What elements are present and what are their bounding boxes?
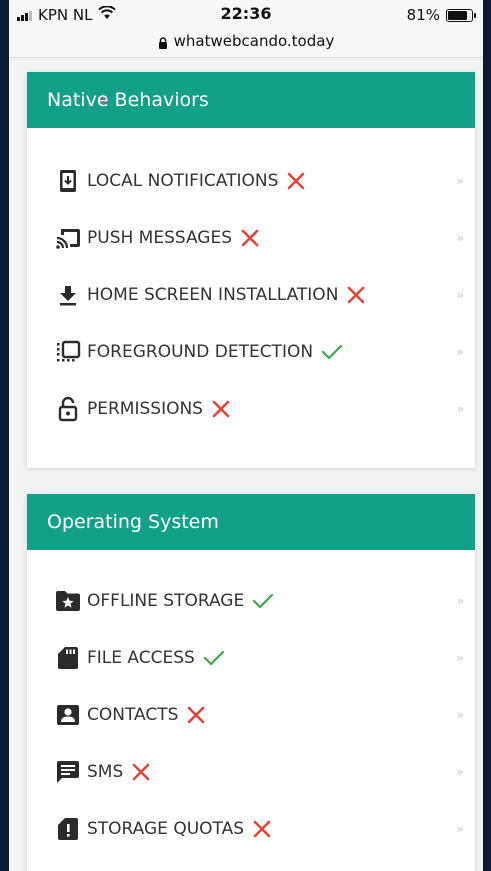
feature-list: LOCAL NOTIFICATIONS» PUSH MESSAGES» HOME S…	[27, 128, 475, 437]
chevron-right-icon: »	[456, 287, 464, 302]
feature-item-local-notifications[interactable]: LOCAL NOTIFICATIONS »	[27, 152, 475, 209]
feature-label: CONTACTS	[87, 704, 179, 725]
cross-icon	[211, 399, 231, 419]
chevron-right-icon: »	[456, 230, 464, 245]
battery-percent: 81%	[406, 6, 440, 24]
chevron-right-icon: »	[456, 344, 464, 359]
lock-icon	[158, 35, 168, 49]
feature-item-push-messages[interactable]: PUSH MESSAGES »	[27, 209, 475, 266]
chevron-right-icon: »	[456, 764, 464, 779]
cross-icon	[240, 228, 260, 248]
chevron-right-icon: »	[456, 173, 464, 188]
feature-item-permissions[interactable]: PERMISSIONS »	[27, 380, 475, 437]
feature-label: FOREGROUND DETECTION	[87, 341, 314, 362]
phone-notification-icon	[55, 168, 81, 194]
section-operating-system: Operating System OFFLINE STORAGE» FILE AC…	[27, 494, 475, 871]
feature-item-home-screen-installation[interactable]: HOME SCREEN INSTALLATION »	[27, 266, 475, 323]
cross-icon	[131, 762, 151, 782]
cross-icon	[346, 285, 366, 305]
section-header: Operating System	[27, 494, 475, 550]
feature-label: FILE ACCESS	[87, 647, 195, 668]
cross-icon	[186, 705, 206, 725]
feature-label: PERMISSIONS	[87, 398, 203, 419]
feature-item-sms[interactable]: SMS »	[27, 743, 475, 800]
feature-label: PUSH MESSAGES	[87, 227, 233, 248]
cast-icon	[55, 225, 81, 251]
feature-label: HOME SCREEN INSTALLATION	[87, 284, 339, 305]
contact-card-icon	[55, 702, 81, 728]
sd-card-icon	[55, 645, 81, 671]
address-bar[interactable]: whatwebcando.today	[9, 32, 483, 50]
cross-icon	[286, 171, 306, 191]
cross-icon	[252, 819, 272, 839]
chevron-right-icon: »	[456, 707, 464, 722]
message-icon	[55, 759, 81, 785]
battery-area: 81%	[406, 6, 476, 24]
feature-label: STORAGE QUOTAS	[87, 818, 245, 839]
storage-alert-icon	[55, 816, 81, 842]
download-icon	[55, 282, 81, 308]
url-text: whatwebcando.today	[173, 32, 335, 50]
feature-label: OFFLINE STORAGE	[87, 590, 245, 611]
folder-star-icon	[55, 588, 81, 614]
status-bar: KPN NL 22:36 81% whatwebcando.today	[9, 0, 483, 58]
phone-screen: KPN NL 22:36 81% whatwebcando.today Nati…	[9, 0, 483, 871]
section-native-behaviors: Native Behaviors LOCAL NOTIFICATIONS» PUS…	[27, 72, 475, 468]
chevron-right-icon: »	[456, 821, 464, 836]
feature-item-foreground-detection[interactable]: FOREGROUND DETECTION »	[27, 323, 475, 380]
feature-item-file-access[interactable]: FILE ACCESS »	[27, 629, 475, 686]
chevron-right-icon: »	[456, 593, 464, 608]
chevron-right-icon: »	[456, 650, 464, 665]
feature-label: SMS	[87, 761, 124, 782]
check-icon	[252, 592, 274, 610]
selection-icon	[55, 339, 81, 365]
section-header: Native Behaviors	[27, 72, 475, 128]
feature-item-contacts[interactable]: CONTACTS »	[27, 686, 475, 743]
feature-list: OFFLINE STORAGE» FILE ACCESS» CONTACTS» SMS…	[27, 550, 475, 857]
chevron-right-icon: »	[456, 401, 464, 416]
feature-label: LOCAL NOTIFICATIONS	[87, 170, 279, 191]
feature-item-offline-storage[interactable]: OFFLINE STORAGE »	[27, 572, 475, 629]
battery-icon	[446, 8, 476, 22]
check-icon	[203, 649, 225, 667]
feature-item-storage-quotas[interactable]: STORAGE QUOTAS »	[27, 800, 475, 857]
check-icon	[321, 343, 343, 361]
unlock-icon	[55, 396, 81, 422]
